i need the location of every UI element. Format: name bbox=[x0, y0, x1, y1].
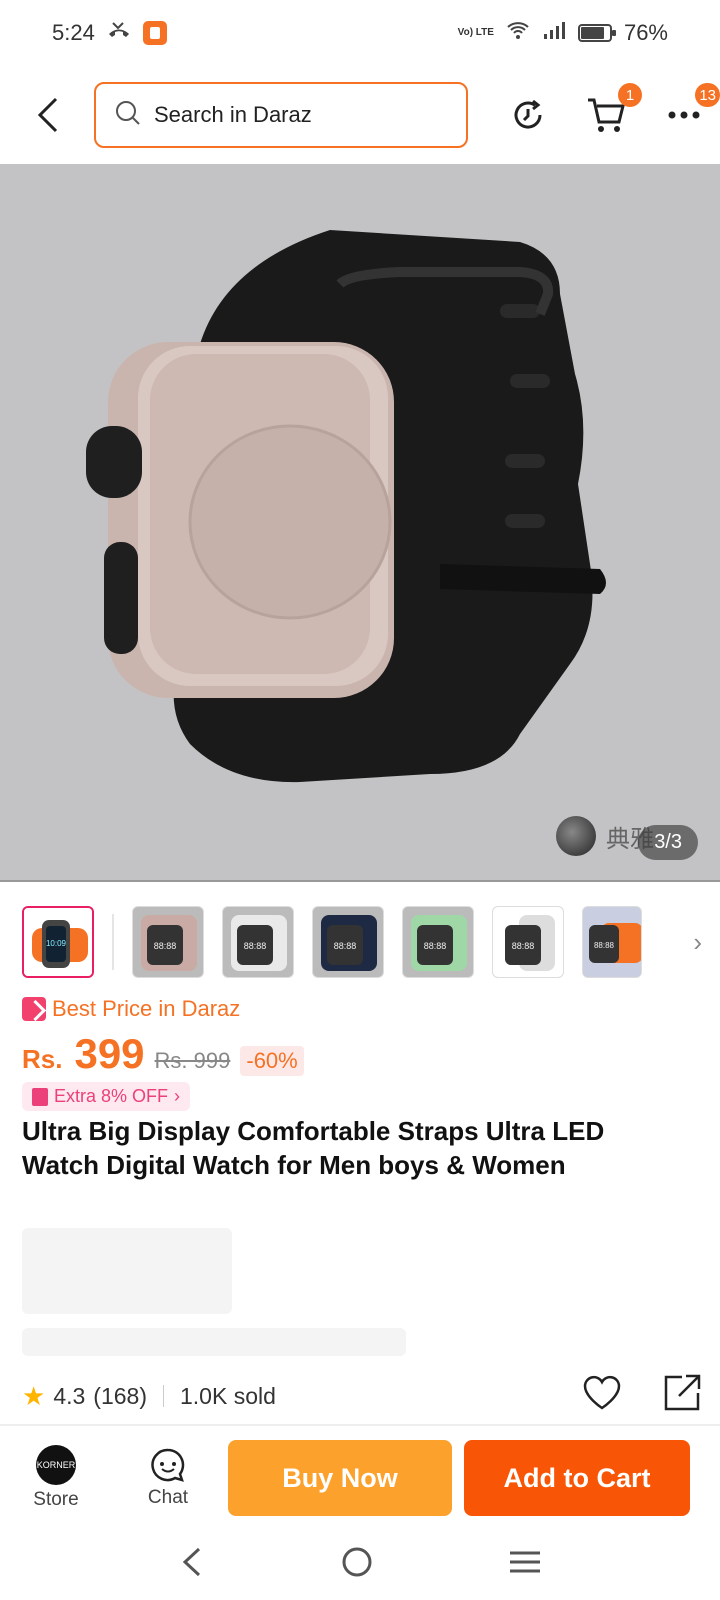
coupon-icon bbox=[32, 1087, 48, 1106]
best-price-tag: Best Price in Daraz bbox=[22, 996, 240, 1022]
svg-text:88:88: 88:88 bbox=[594, 941, 615, 950]
original-price: Rs. 999 bbox=[154, 1048, 231, 1073]
buy-now-button[interactable]: Buy Now bbox=[228, 1440, 452, 1516]
thumbnail-orange[interactable]: 10:09 bbox=[22, 906, 94, 978]
divider bbox=[0, 1424, 720, 1426]
search-icon bbox=[114, 99, 142, 132]
volte-icon: Vo) LTE bbox=[457, 27, 494, 38]
search-input[interactable]: Search in Daraz bbox=[94, 82, 468, 148]
thumbnail-strip: 10:09 88:88 88:88 88:88 88:88 88:88 88:8… bbox=[22, 904, 702, 980]
chat-button[interactable]: Chat bbox=[112, 1447, 224, 1509]
thumbnail-silver[interactable]: 88:88 bbox=[492, 906, 564, 978]
refresh-button[interactable] bbox=[506, 93, 550, 137]
price-row: Rs. 399 Rs. 999 -60% bbox=[22, 1030, 304, 1078]
missed-call-icon bbox=[107, 20, 131, 46]
search-placeholder: Search in Daraz bbox=[154, 102, 312, 127]
product-image-carousel[interactable]: 典雅 3/3 bbox=[0, 164, 720, 882]
status-bar: 5:24 Vo) LTE 76% bbox=[0, 0, 720, 66]
wifi-icon bbox=[506, 20, 530, 46]
image-page-counter: 3/3 bbox=[638, 825, 698, 860]
thumbnail-white[interactable]: 88:88 bbox=[222, 906, 294, 978]
rating-row: ★ 4.3 (168) 1.0K sold bbox=[22, 1373, 702, 1419]
current-price: 399 bbox=[74, 1030, 145, 1077]
chevron-right-icon: › bbox=[174, 1086, 181, 1106]
sold-count: 1.0K sold bbox=[180, 1382, 276, 1409]
system-menu-icon[interactable] bbox=[507, 1547, 543, 1582]
svg-text:88:88: 88:88 bbox=[154, 941, 177, 951]
more-badge: 13 bbox=[695, 83, 720, 107]
daraz-app-icon bbox=[142, 21, 167, 45]
battery-icon bbox=[577, 24, 616, 42]
rating-score: 4.3 bbox=[53, 1382, 86, 1409]
loading-placeholder bbox=[22, 1228, 232, 1314]
add-to-cart-button[interactable]: Add to Cart bbox=[464, 1440, 690, 1516]
thumbnail-orange-2[interactable]: 88:88 bbox=[582, 906, 642, 978]
extra-offer-chip[interactable]: Extra 8% OFF › bbox=[22, 1082, 191, 1111]
system-home-icon[interactable] bbox=[340, 1545, 374, 1584]
refresh-icon bbox=[514, 99, 542, 129]
cart-button[interactable]: 1 bbox=[584, 83, 642, 137]
watch-image bbox=[86, 230, 606, 783]
back-button[interactable] bbox=[18, 85, 78, 145]
discount-badge: -60% bbox=[240, 1046, 304, 1076]
status-time: 5:24 bbox=[52, 20, 95, 45]
thumbnail-navy[interactable]: 88:88 bbox=[312, 906, 384, 978]
share-icon[interactable] bbox=[662, 1373, 702, 1419]
top-nav: Search in Daraz 1 13 bbox=[0, 66, 720, 164]
price-tag-icon bbox=[22, 997, 46, 1021]
svg-text:88:88: 88:88 bbox=[334, 941, 357, 951]
chevron-right-icon[interactable]: › bbox=[693, 927, 702, 958]
store-button[interactable]: KORNER Store bbox=[0, 1445, 112, 1511]
star-icon: ★ bbox=[22, 1380, 46, 1411]
cart-badge: 1 bbox=[618, 83, 642, 107]
chevron-left-icon bbox=[37, 97, 58, 133]
bottom-action-bar: KORNER Store Chat Buy Now Add to Cart bbox=[0, 1428, 720, 1528]
battery-percent: 76% bbox=[623, 20, 668, 45]
svg-text:10:09: 10:09 bbox=[46, 939, 67, 948]
thumbnail-green[interactable]: 88:88 bbox=[402, 906, 474, 978]
system-nav-bar bbox=[0, 1528, 720, 1600]
more-icon bbox=[668, 111, 700, 119]
svg-text:88:88: 88:88 bbox=[244, 941, 267, 951]
rating-count[interactable]: (168) bbox=[93, 1383, 147, 1410]
store-logo: KORNER bbox=[36, 1445, 76, 1485]
svg-text:88:88: 88:88 bbox=[512, 941, 535, 951]
wishlist-heart-icon[interactable] bbox=[582, 1375, 622, 1417]
svg-text:88:88: 88:88 bbox=[424, 941, 447, 951]
product-title: Ultra Big Display Comfortable Straps Ult… bbox=[22, 1116, 605, 1180]
loading-placeholder bbox=[22, 1328, 406, 1356]
more-options-button[interactable]: 13 bbox=[662, 83, 720, 137]
price-currency: Rs. bbox=[22, 1044, 63, 1074]
chat-label: Chat bbox=[147, 1487, 189, 1508]
thumbnail-pink[interactable]: 88:88 bbox=[132, 906, 204, 978]
system-back-icon[interactable] bbox=[177, 1545, 207, 1584]
signal-icon bbox=[542, 20, 566, 46]
store-label: Store bbox=[33, 1489, 79, 1510]
chat-icon bbox=[151, 1448, 185, 1482]
